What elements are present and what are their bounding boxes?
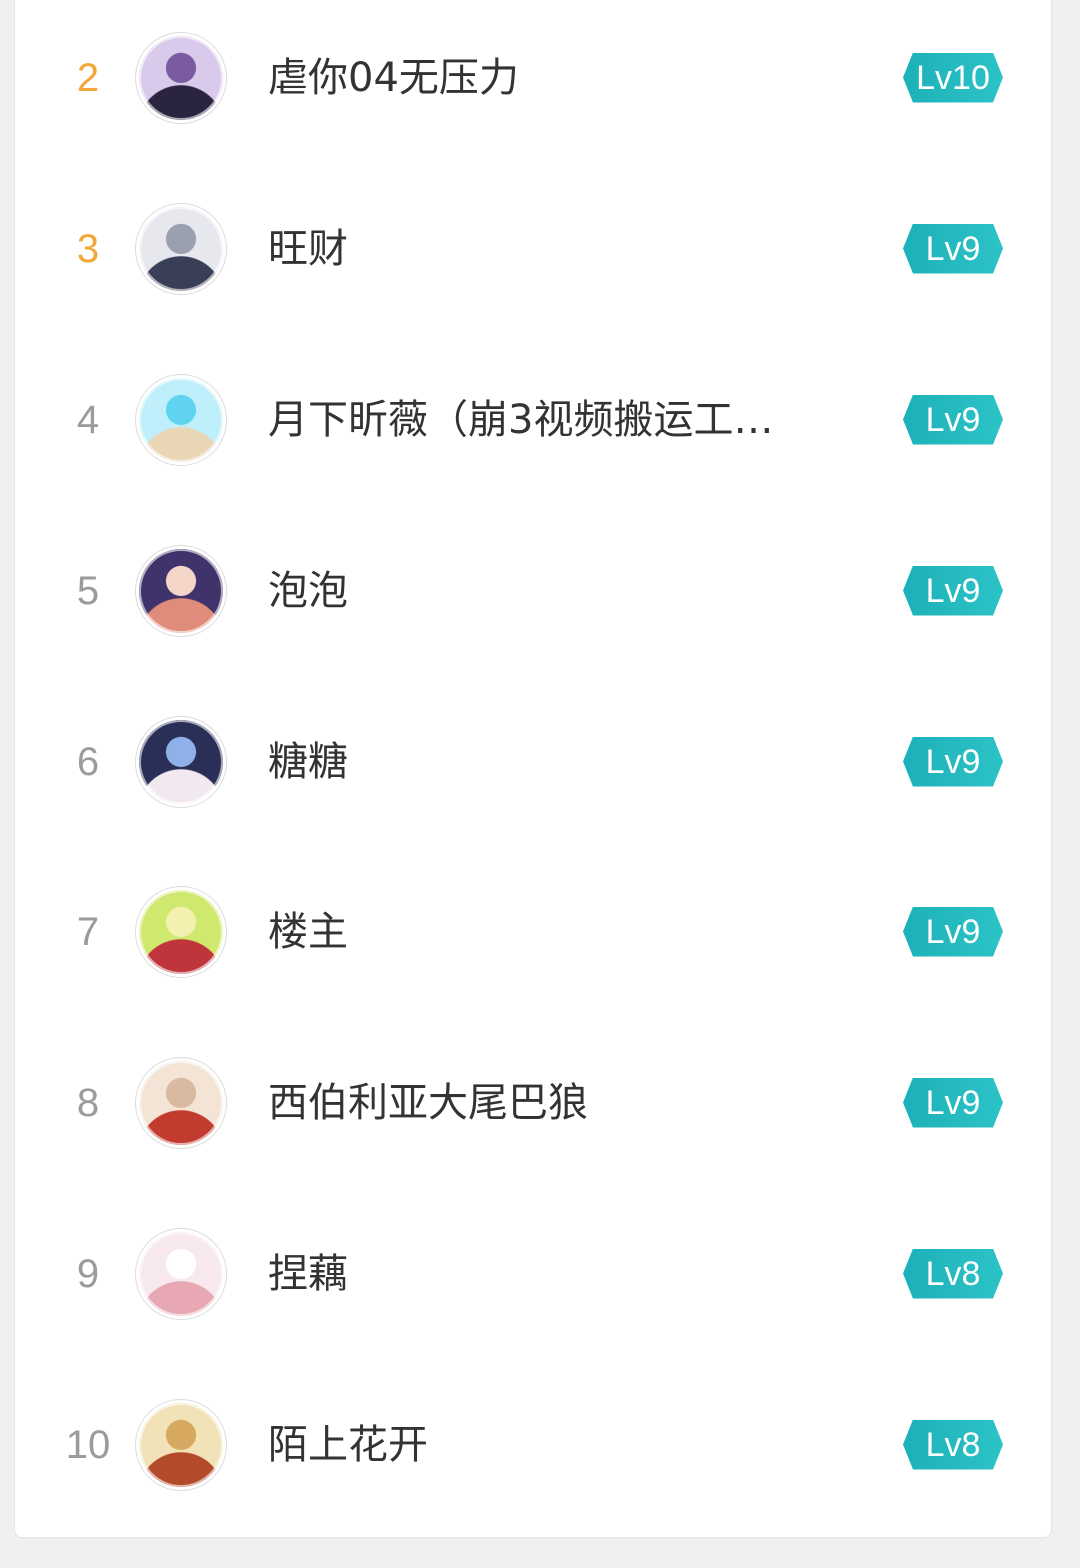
username[interactable]: 西伯利亚大尾巴狼 xyxy=(268,1079,828,1127)
username[interactable]: 旺财 xyxy=(268,225,828,273)
level-badge: Lv9 xyxy=(903,223,1003,274)
leaderboard-row[interactable]: 10 陌上花开 Lv8 xyxy=(0,1359,1080,1530)
rank-number: 3 xyxy=(76,226,100,271)
level-badge: Lv8 xyxy=(903,1248,1003,1299)
username[interactable]: 楼主 xyxy=(268,908,828,956)
leaderboard-row[interactable]: 4 月下昕薇（崩3视频搬运工… Lv9 xyxy=(0,334,1080,505)
level-badge: Lv10 xyxy=(903,52,1003,103)
username[interactable]: 泡泡 xyxy=(268,567,828,615)
username[interactable]: 糖糖 xyxy=(268,738,828,786)
user-avatar[interactable] xyxy=(136,545,226,636)
rank-number: 10 xyxy=(65,1422,111,1467)
username[interactable]: 捏藕 xyxy=(268,1250,828,1298)
level-badge: Lv9 xyxy=(903,565,1003,616)
leaderboard-row[interactable]: 3 旺财 Lv9 xyxy=(0,163,1080,334)
user-avatar[interactable] xyxy=(136,1228,226,1319)
username[interactable]: 虐你04无压力 xyxy=(268,54,828,102)
user-avatar[interactable] xyxy=(136,1399,226,1490)
leaderboard-row[interactable]: 9 捏藕 Lv8 xyxy=(0,1188,1080,1359)
username[interactable]: 陌上花开 xyxy=(268,1421,828,1469)
user-avatar[interactable] xyxy=(136,1057,226,1148)
rank-number: 9 xyxy=(76,1251,100,1296)
username[interactable]: 月下昕薇（崩3视频搬运工… xyxy=(268,396,828,444)
user-avatar[interactable] xyxy=(136,886,226,977)
user-avatar[interactable] xyxy=(136,203,226,294)
rank-number: 8 xyxy=(76,1080,100,1125)
rank-number: 4 xyxy=(76,397,100,442)
level-badge: Lv9 xyxy=(903,906,1003,957)
level-badge: Lv9 xyxy=(903,1077,1003,1128)
rank-number: 2 xyxy=(76,55,100,100)
level-badge: Lv8 xyxy=(903,1419,1003,1470)
level-badge: Lv9 xyxy=(903,394,1003,445)
rank-number: 7 xyxy=(76,909,100,954)
rank-number: 5 xyxy=(76,568,100,613)
user-avatar[interactable] xyxy=(136,32,226,123)
leaderboard-row[interactable]: 6 糖糖 Lv9 xyxy=(0,676,1080,847)
rank-number: 6 xyxy=(76,739,100,784)
user-avatar[interactable] xyxy=(136,374,226,465)
level-badge: Lv9 xyxy=(903,736,1003,787)
leaderboard-row[interactable]: 5 泡泡 Lv9 xyxy=(0,505,1080,676)
leaderboard-row[interactable]: 2 虐你04无压力 Lv10 xyxy=(0,0,1080,163)
leaderboard-row[interactable]: 8 西伯利亚大尾巴狼 Lv9 xyxy=(0,1017,1080,1188)
user-avatar[interactable] xyxy=(136,716,226,807)
leaderboard-row[interactable]: 7 楼主 Lv9 xyxy=(0,846,1080,1017)
